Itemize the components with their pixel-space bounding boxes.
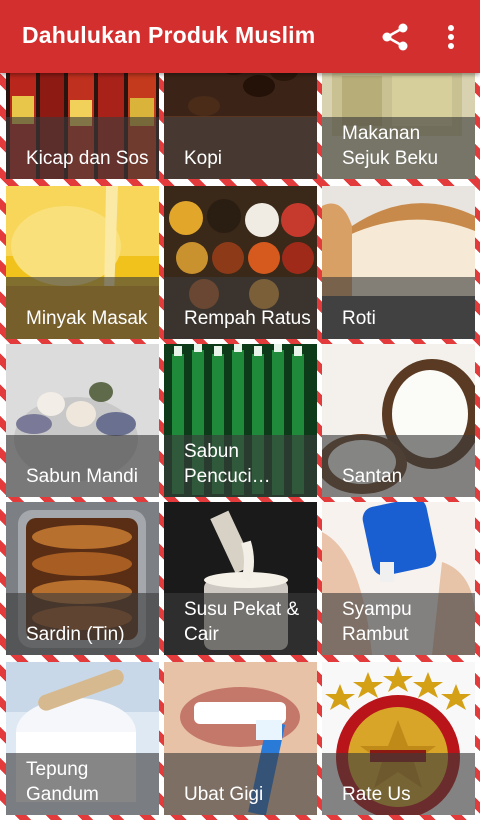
tile-caption: Syampu Rambut [322, 593, 475, 655]
tile-sabun-mandi[interactable]: Sabun Mandi [6, 344, 159, 497]
tile-rempah-ratus[interactable]: Rempah Ratus [164, 186, 317, 339]
share-icon[interactable] [378, 20, 412, 54]
tile-caption: Rempah Ratus [164, 277, 317, 339]
tile-ubat-gigi[interactable]: Ubat Gigi [164, 662, 317, 815]
product-grid: Kicap dan Sos Kopi Makanan Sejuk Beku Mi… [0, 26, 480, 820]
tile-caption: Sardin (Tin) [6, 593, 159, 655]
tile-tepung-gandum[interactable]: Tepung Gandum [6, 662, 159, 815]
tile-susu-pekat-cair[interactable]: Susu Pekat & Cair [164, 502, 317, 655]
tile-syampu-rambut[interactable]: Syampu Rambut [322, 502, 475, 655]
tile-caption: Makanan Sejuk Beku [322, 117, 475, 179]
tile-santan[interactable]: Santan [322, 344, 475, 497]
tile-caption: Sabun Pencuci Pinggan [164, 435, 317, 497]
tile-caption: Sabun Mandi [6, 435, 159, 497]
tile-minyak-masak[interactable]: Minyak Masak [6, 186, 159, 339]
tile-rate-us[interactable]: Rate Us [322, 662, 475, 815]
tile-sabun-pencuci-pinggan[interactable]: Sabun Pencuci Pinggan [164, 344, 317, 497]
tile-caption: Santan [322, 435, 475, 497]
tile-sardin-tin[interactable]: Sardin (Tin) [6, 502, 159, 655]
tile-caption: Minyak Masak [6, 277, 159, 339]
tile-caption: Kicap dan Sos [6, 117, 159, 179]
tile-caption: Rate Us [322, 753, 475, 815]
tile-caption: Ubat Gigi [164, 753, 317, 815]
tile-caption: Tepung Gandum [6, 753, 159, 815]
app-bar: Dahulukan Produk Muslim [0, 0, 480, 73]
more-vert-icon[interactable] [436, 20, 466, 54]
tile-caption: Roti [322, 277, 475, 339]
app-title: Dahulukan Produk Muslim [22, 22, 316, 48]
tile-roti[interactable]: Roti [322, 186, 475, 339]
tile-caption: Susu Pekat & Cair [164, 593, 317, 655]
tile-caption: Kopi [164, 117, 317, 179]
